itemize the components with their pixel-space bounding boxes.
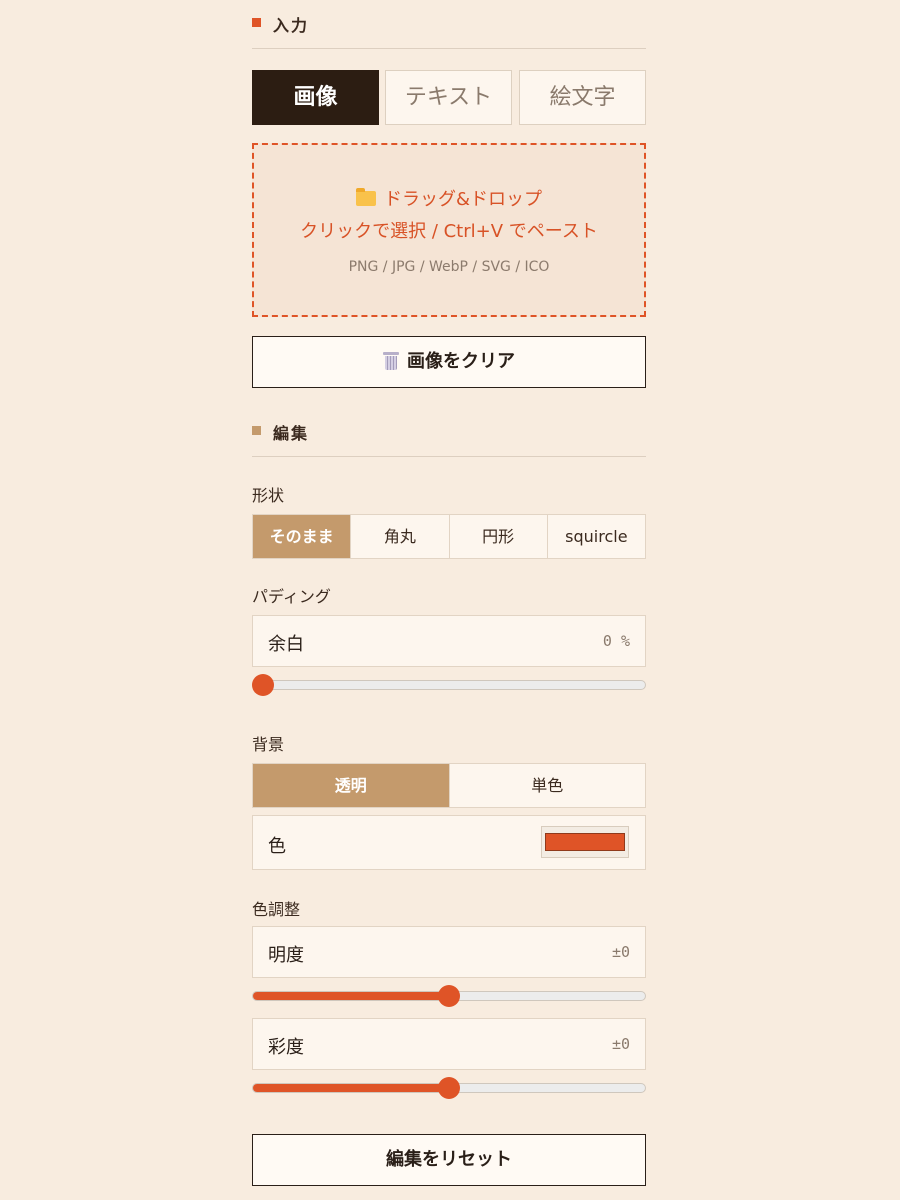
- edit-section-header: 編集: [252, 408, 646, 457]
- slider-fill: [253, 992, 450, 1000]
- tab-text[interactable]: テキスト: [385, 70, 512, 125]
- shape-selector: そのまま 角丸 円形 squircle: [252, 514, 646, 559]
- color-label: 色: [268, 836, 286, 857]
- section-marker-icon: [252, 426, 261, 435]
- brightness-value-box: 明度 ±0: [252, 926, 646, 978]
- background-selector: 透明 単色: [252, 763, 646, 808]
- slider-thumb[interactable]: [438, 1077, 460, 1099]
- shape-option-circle[interactable]: 円形: [448, 515, 547, 558]
- saturation-label: 彩度: [268, 1037, 304, 1058]
- edit-section-title: 編集: [273, 424, 310, 443]
- clear-image-button[interactable]: 画像をクリア: [252, 336, 646, 388]
- saturation-value-box: 彩度 ±0: [252, 1018, 646, 1070]
- color-picker[interactable]: [541, 826, 629, 858]
- padding-slider[interactable]: [252, 673, 646, 697]
- dropzone-drag-label: ドラッグ&ドロップ: [383, 189, 543, 210]
- slider-thumb[interactable]: [438, 985, 460, 1007]
- slider-track: [252, 680, 646, 690]
- dropzone-formats: PNG / JPG / WebP / SVG / ICO: [348, 259, 550, 275]
- slider-fill: [253, 1084, 450, 1092]
- tab-emoji[interactable]: 絵文字: [519, 70, 646, 125]
- margin-label: 余白: [268, 634, 304, 655]
- color-adjust-label: 色調整: [252, 900, 301, 919]
- dropzone-primary-text: ドラッグ&ドロップ: [254, 185, 644, 211]
- brightness-slider[interactable]: [252, 984, 646, 1008]
- tab-image[interactable]: 画像: [252, 70, 379, 125]
- padding-value: 0 %: [602, 632, 630, 650]
- section-marker-icon: [252, 18, 261, 27]
- input-section-header: 入力: [252, 0, 646, 49]
- background-option-transparent[interactable]: 透明: [253, 764, 449, 807]
- background-label: 背景: [252, 735, 285, 754]
- clear-image-label: 画像をクリア: [407, 351, 515, 372]
- shape-option-rounded[interactable]: 角丸: [350, 515, 448, 558]
- saturation-slider[interactable]: [252, 1076, 646, 1100]
- input-mode-tabs: 画像 テキスト 絵文字: [252, 70, 646, 125]
- background-color-row: 色: [252, 815, 646, 870]
- image-dropzone[interactable]: ドラッグ&ドロップ クリックで選択 / Ctrl+V でペースト PNG / J…: [252, 143, 646, 317]
- shape-option-squircle[interactable]: squircle: [546, 515, 645, 558]
- reset-edit-button[interactable]: 編集をリセット: [252, 1134, 646, 1186]
- background-option-solid[interactable]: 単色: [448, 764, 646, 807]
- slider-thumb[interactable]: [252, 674, 274, 696]
- trash-icon: [383, 352, 399, 370]
- input-section-title: 入力: [273, 16, 310, 35]
- dropzone-secondary-text: クリックで選択 / Ctrl+V でペースト: [300, 221, 598, 242]
- padding-value-box: 余白 0 %: [252, 615, 646, 667]
- color-swatch: [545, 833, 625, 851]
- saturation-value: ±0: [611, 1035, 630, 1053]
- brightness-value: ±0: [611, 943, 630, 961]
- shape-option-original[interactable]: そのまま: [253, 515, 351, 558]
- padding-label: パディング: [252, 587, 331, 606]
- brightness-label: 明度: [268, 945, 304, 966]
- folder-icon: [355, 188, 376, 206]
- shape-label: 形状: [252, 486, 285, 505]
